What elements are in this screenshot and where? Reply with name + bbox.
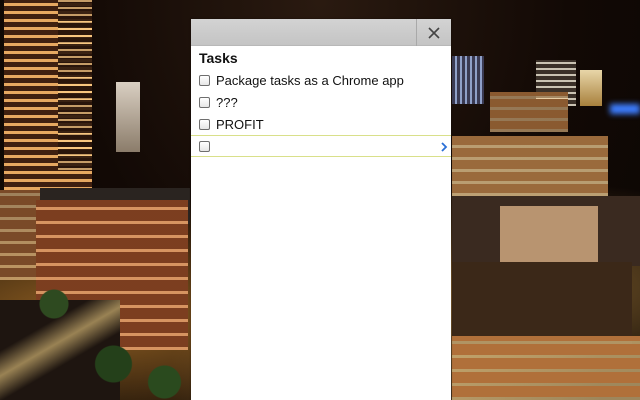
distant-tower [452, 56, 484, 104]
neon-light [610, 104, 640, 114]
building [452, 336, 640, 400]
tasks-panel: Tasks Package tasks as a Chrome app ??? … [191, 19, 451, 400]
task-checkbox[interactable] [199, 96, 210, 108]
skyscraper [58, 0, 92, 170]
building [490, 92, 568, 132]
trees [20, 280, 190, 400]
distant-tower [116, 82, 140, 152]
close-icon [428, 26, 440, 39]
building [452, 136, 608, 196]
list-title: Tasks [199, 50, 238, 66]
task-item[interactable]: ??? [191, 91, 451, 113]
task-checkbox[interactable] [199, 74, 210, 86]
task-item[interactable]: PROFIT [191, 113, 451, 135]
panel-titlebar[interactable] [191, 19, 451, 46]
task-text[interactable]: PROFIT [216, 117, 264, 132]
close-button[interactable] [416, 19, 451, 46]
task-item[interactable]: Package tasks as a Chrome app [191, 69, 451, 91]
task-text[interactable]: Package tasks as a Chrome app [216, 73, 404, 88]
task-checkbox[interactable] [199, 118, 210, 130]
task-item-new[interactable] [191, 135, 451, 157]
distant-tower [580, 70, 602, 106]
task-text[interactable]: ??? [216, 95, 238, 110]
task-checkbox[interactable] [199, 140, 210, 152]
chevron-right-icon[interactable] [439, 140, 449, 152]
